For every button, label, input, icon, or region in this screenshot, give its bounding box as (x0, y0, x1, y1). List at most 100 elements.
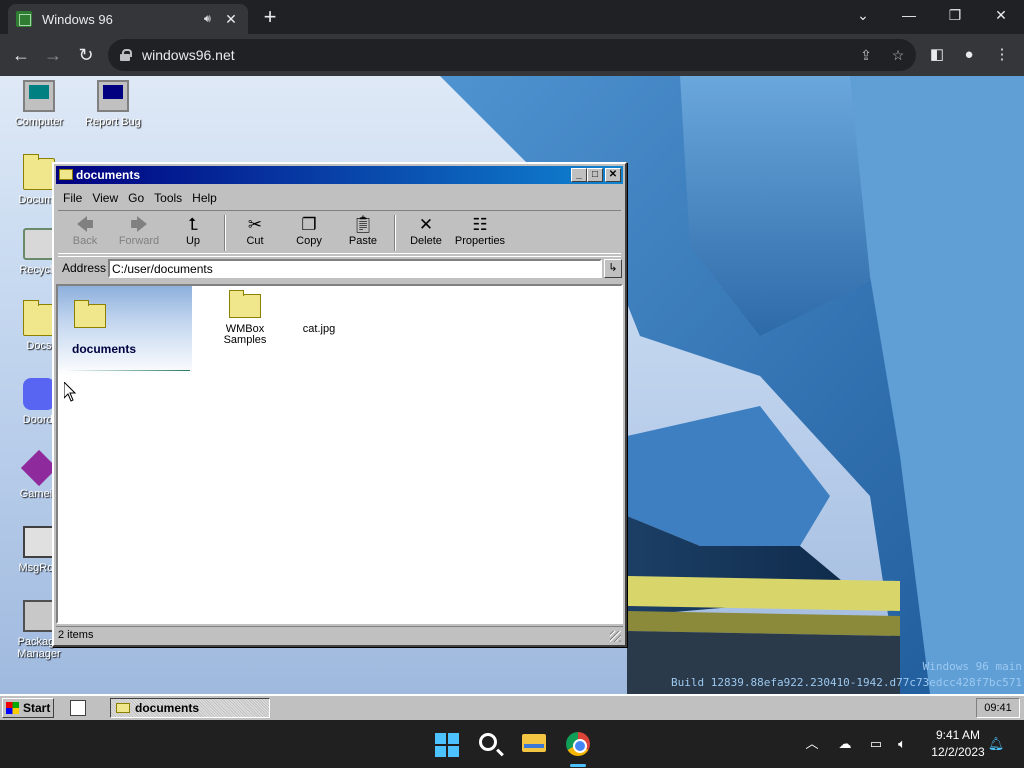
profile-icon[interactable]: ● (956, 42, 982, 68)
menu-view[interactable]: View (87, 188, 123, 208)
back-button[interactable]: 🡄 Back (58, 215, 112, 253)
go-arrow-icon[interactable]: ↳ (604, 259, 622, 278)
folder-icon (23, 154, 55, 190)
tool-label: Properties (454, 235, 506, 247)
bookmark-star-icon[interactable]: ☆ (888, 45, 908, 65)
up-folder-icon: ⮤ (187, 215, 199, 234)
taskbar-item-label: documents (135, 701, 200, 715)
minimize-button[interactable]: _ (571, 168, 587, 182)
desktop-icon-computer[interactable]: Computer (0, 80, 78, 128)
desktop-icon-report-bug[interactable]: Report Bug (74, 80, 152, 128)
minimize-window-button[interactable]: — (886, 4, 932, 28)
cut-button[interactable]: ✂ Cut (228, 215, 282, 253)
tool-label: Back (72, 235, 98, 247)
folder-info-title: documents (72, 342, 137, 356)
address-input[interactable] (108, 259, 602, 278)
scissors-icon: ✂ (247, 215, 263, 234)
menu-tools[interactable]: Tools (149, 188, 187, 208)
menu-bar: File View Go Tools Help (58, 188, 222, 208)
folder-icon (59, 169, 73, 180)
menu-file[interactable]: File (58, 188, 87, 208)
win96-clock[interactable]: 09:41 (976, 698, 1020, 718)
window-titlebar[interactable]: documents _ □ ✕ (56, 166, 623, 184)
restore-window-button[interactable]: ❐ (932, 4, 978, 28)
share-icon[interactable]: ⇪ (856, 45, 876, 65)
delete-button[interactable]: ✕ Delete (399, 215, 453, 253)
active-app-indicator (570, 764, 586, 767)
tool-label: Delete (410, 235, 442, 247)
tool-label: Cut (246, 235, 264, 247)
start-label: Start (23, 701, 51, 715)
explorer-window[interactable]: documents _ □ ✕ File View Go Tools Help … (52, 162, 627, 647)
folder-icon (229, 290, 261, 318)
tool-label: Up (185, 235, 201, 247)
close-window-button[interactable]: ✕ (978, 4, 1024, 28)
copy-button[interactable]: ❐ Copy (282, 215, 336, 253)
display-icon[interactable]: ▭ (866, 734, 886, 754)
lock-icon[interactable] (120, 49, 132, 61)
reload-icon[interactable]: ↻ (73, 42, 99, 68)
file-item-image[interactable]: cat.jpg (284, 288, 354, 335)
windows-start-icon[interactable] (430, 728, 462, 760)
back-arrow-icon: 🡄 (76, 215, 94, 234)
delete-x-icon: ✕ (418, 215, 434, 234)
build-watermark-line1: Windows 96 main (922, 660, 1022, 673)
quick-launch-notepad-icon[interactable] (70, 700, 86, 716)
file-explorer-icon[interactable] (518, 728, 550, 760)
resize-grip-icon[interactable] (610, 631, 621, 642)
speaker-muted-icon[interactable]: 🔈︎ (892, 734, 912, 754)
explorer-toolbar: 🡄 Back 🡆 Forward ⮤ Up ✂ Cut ❐ Copy 📋︎ Pa… (58, 210, 621, 254)
folder-icon (116, 703, 130, 713)
taskbar-item-documents[interactable]: documents (110, 698, 270, 718)
package-icon (23, 600, 55, 632)
tab-search-icon[interactable]: ⌄ (840, 4, 886, 28)
menu-go[interactable]: Go (123, 188, 149, 208)
back-arrow-icon[interactable]: ← (8, 42, 34, 68)
win96-favicon-icon (16, 11, 32, 27)
tab-close-icon[interactable]: ✕ (222, 11, 240, 28)
search-icon[interactable] (474, 728, 506, 760)
maximize-button[interactable]: □ (587, 168, 603, 182)
close-button[interactable]: ✕ (605, 168, 621, 182)
desktop-icon-label: Computer (14, 116, 64, 128)
window-title: documents (76, 168, 141, 182)
toolbar-separator (394, 215, 396, 251)
notification-bell-icon[interactable]: 🔔︎ (986, 734, 1006, 754)
more-menu-icon[interactable]: ⋮ (989, 42, 1015, 68)
host-os-taskbar: ︿ ☁ ▭ 🔈︎ 9:41 AM 12/2/2023 🔔︎ (0, 720, 1024, 768)
folder-icon (74, 300, 106, 328)
copy-icon: ❐ (301, 215, 317, 234)
file-item-folder[interactable]: WMBox Samples (210, 288, 280, 346)
desktop-icon-label: Report Bug (85, 116, 141, 128)
message-icon (23, 526, 55, 558)
properties-icon: ☷ (472, 215, 488, 234)
desktop-icon-label: Doordi (22, 414, 56, 426)
forward-arrow-icon: 🡆 (130, 215, 148, 234)
side-panel-icon[interactable]: ◧ (924, 42, 950, 68)
chrome-icon[interactable] (562, 728, 594, 760)
up-button[interactable]: ⮤ Up (166, 215, 220, 253)
forward-arrow-icon[interactable]: → (40, 42, 66, 68)
browser-tab[interactable]: Windows 96 🔊︎ ✕ (8, 4, 248, 34)
discord-icon (23, 378, 55, 410)
address-bar[interactable]: windows96.net ⇪ ☆ (108, 39, 916, 71)
tool-label: Forward (118, 235, 160, 247)
browser-toolbar: ← → ↻ windows96.net ⇪ ☆ ◧ ● ⋮ (0, 34, 1024, 76)
windows-logo-icon (6, 702, 19, 714)
audio-playing-icon[interactable]: 🔊︎ (204, 13, 222, 26)
browser-tab-strip: Windows 96 🔊︎ ✕ + ⌄ — ❐ ✕ (0, 0, 1024, 34)
build-watermark-line2: Build 12839.88efa922.230410-1942.d77c73e… (671, 676, 1022, 689)
status-bar: 2 items (56, 626, 623, 644)
chevron-up-icon[interactable]: ︿ (802, 734, 822, 754)
folder-view[interactable]: documents WMBox Samples cat.jpg (56, 284, 623, 624)
forward-button[interactable]: 🡆 Forward (112, 215, 166, 253)
image-file-icon (303, 288, 335, 318)
menu-help[interactable]: Help (187, 188, 222, 208)
tool-label: Copy (296, 235, 322, 247)
new-tab-button[interactable]: + (258, 6, 282, 30)
onedrive-cloud-icon[interactable]: ☁ (835, 734, 855, 754)
start-button[interactable]: Start (2, 698, 54, 718)
properties-button[interactable]: ☷ Properties (453, 215, 507, 253)
paste-button[interactable]: 📋︎ Paste (336, 215, 390, 253)
item-count: 2 items (58, 629, 94, 641)
